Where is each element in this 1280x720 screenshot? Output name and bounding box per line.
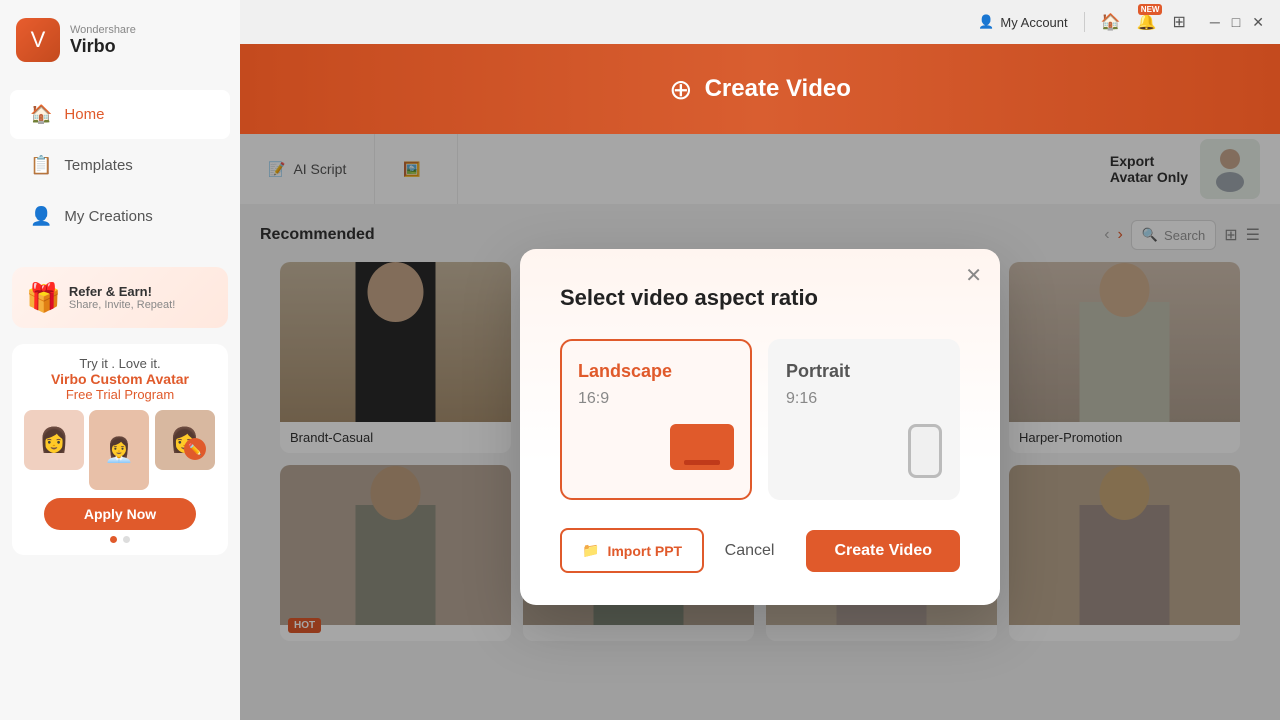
- account-label: My Account: [1000, 15, 1067, 30]
- modal-overlay: ✕ Select video aspect ratio Landscape 16…: [240, 134, 1280, 720]
- import-ppt-label: Import PPT: [607, 543, 682, 559]
- logo-icon: V: [16, 18, 60, 62]
- dot-2: [123, 536, 130, 543]
- promo-title: Refer & Earn!: [69, 284, 175, 299]
- import-ppt-button[interactable]: 📁 Import PPT: [560, 528, 704, 573]
- sidebar-item-label-templates: Templates: [64, 157, 132, 174]
- sidebar-item-label-home: Home: [64, 106, 104, 123]
- create-video-button[interactable]: Create Video: [806, 530, 960, 572]
- main-content: 👤 My Account 🏠 🔔 NEW ⊞ ─ □ ✕ ⊕ Create Vi…: [240, 0, 1280, 720]
- sidebar-nav: 🏠 Home 📋 Templates 👤 My Creations: [0, 80, 240, 251]
- aspect-options: Landscape 16:9 Portrait 9:16: [560, 339, 960, 500]
- account-button[interactable]: 👤 My Account: [978, 14, 1067, 30]
- window-controls: ─ □ ✕: [1210, 14, 1264, 31]
- custom-avatar-free: Free Trial Program: [24, 387, 216, 402]
- import-ppt-icon: 📁: [582, 542, 599, 559]
- avatar-mini-grid: 👩 👩‍💼 👩 ✏️: [24, 410, 216, 490]
- avatar-thumb-featured: 👩‍💼: [89, 410, 149, 490]
- sidebar-item-home[interactable]: 🏠 Home: [10, 90, 230, 139]
- sidebar: V Wondershare Virbo 🏠 Home 📋 Templates 👤…: [0, 0, 240, 720]
- new-badge: NEW: [1138, 4, 1163, 15]
- create-video-icon: ⊕: [669, 73, 692, 106]
- maximize-button[interactable]: □: [1232, 14, 1240, 31]
- templates-icon: 📋: [30, 155, 52, 176]
- custom-avatar-try: Try it . Love it.: [24, 356, 216, 371]
- grid-icon[interactable]: ⊞: [1172, 12, 1185, 32]
- sidebar-item-label-my-creations: My Creations: [64, 208, 152, 225]
- landscape-label: Landscape: [578, 361, 734, 382]
- refer-earn-promo[interactable]: 🎁 Refer & Earn! Share, Invite, Repeat!: [12, 267, 228, 328]
- avatar-thumb-1: 👩: [24, 410, 84, 470]
- titlebar-actions: 🏠 🔔 NEW ⊞: [1101, 12, 1186, 32]
- portrait-ratio: 9:16: [786, 390, 942, 408]
- titlebar-separator: [1084, 12, 1085, 32]
- portrait-label: Portrait: [786, 361, 942, 382]
- cancel-button[interactable]: Cancel: [705, 530, 795, 572]
- aspect-ratio-modal: ✕ Select video aspect ratio Landscape 16…: [520, 249, 1000, 605]
- home-nav-icon[interactable]: 🏠: [1101, 12, 1121, 32]
- avatar-thumb-3: 👩: [155, 410, 215, 470]
- brand-name: Wondershare: [70, 24, 136, 36]
- account-icon: 👤: [978, 14, 994, 30]
- app-logo: V Wondershare Virbo: [0, 0, 240, 80]
- app-name: Virbo: [70, 36, 136, 57]
- modal-right-buttons: Cancel Create Video: [705, 530, 960, 572]
- avatar-edit-icon: ✏️: [184, 438, 206, 460]
- custom-avatar-promo: Try it . Love it. Virbo Custom Avatar Fr…: [12, 344, 228, 555]
- titlebar: 👤 My Account 🏠 🔔 NEW ⊞ ─ □ ✕: [240, 0, 1280, 44]
- modal-actions: 📁 Import PPT Cancel Create Video: [560, 528, 960, 573]
- dot-1: [110, 536, 117, 543]
- home-icon: 🏠: [30, 104, 52, 125]
- close-button[interactable]: ✕: [1252, 14, 1264, 31]
- modal-title: Select video aspect ratio: [560, 285, 960, 311]
- my-creations-icon: 👤: [30, 206, 52, 227]
- portrait-option[interactable]: Portrait 9:16: [768, 339, 960, 500]
- modal-close-button[interactable]: ✕: [965, 263, 982, 288]
- sidebar-item-templates[interactable]: 📋 Templates: [10, 141, 230, 190]
- notifications-icon[interactable]: 🔔 NEW: [1137, 12, 1157, 32]
- apply-now-button[interactable]: Apply Now: [44, 498, 196, 530]
- promo-subtitle: Share, Invite, Repeat!: [69, 299, 175, 311]
- carousel-dots: [24, 536, 216, 543]
- create-video-banner[interactable]: ⊕ Create Video: [240, 44, 1280, 134]
- gift-icon: 🎁: [26, 281, 61, 314]
- create-video-label: Create Video: [705, 75, 851, 103]
- landscape-option[interactable]: Landscape 16:9: [560, 339, 752, 500]
- custom-avatar-name: Virbo Custom Avatar: [24, 371, 216, 387]
- minimize-button[interactable]: ─: [1210, 14, 1220, 31]
- landscape-ratio: 16:9: [578, 390, 734, 408]
- content-area: 📝 AI Script 🖼️ ExportAvatar Only: [240, 134, 1280, 720]
- sidebar-item-my-creations[interactable]: 👤 My Creations: [10, 192, 230, 241]
